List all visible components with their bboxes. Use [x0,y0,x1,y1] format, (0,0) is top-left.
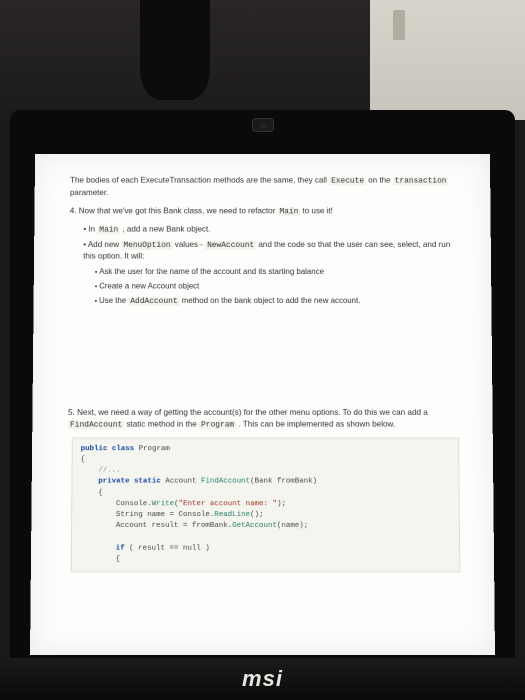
code-addaccount: AddAccount [128,298,179,307]
text: String name = Console. [80,511,214,519]
code-line: Console.Write("Enter account name: "); [80,499,451,510]
text: (); [250,511,263,519]
intro-paragraph: The bodies of each ExecuteTransaction me… [70,175,461,198]
text: (Bank fromBank) [250,478,317,486]
text: 4. Now that we've got this Bank class, w… [70,207,278,216]
hanging-coat [140,0,210,100]
list-item: Create a new Account object [95,281,462,293]
code-execute: Execute [329,177,366,186]
text: on the [366,176,393,185]
whitespace-gap [68,312,463,400]
function: Write [152,500,174,508]
webcam-lens [259,122,266,129]
webcam [252,118,274,132]
code-line [80,532,451,543]
text: to use it! [300,207,333,216]
code-block: public class Program { //... private sta… [71,437,461,573]
step-5: 5. Next, we need a way of getting the ac… [68,407,463,431]
code-menuoption: MenuOption [121,241,172,250]
list-item: In Main , add a new Bank object. [83,224,461,236]
code-line: { [80,488,450,499]
code-line: Account result = fromBank.GetAccount(nam… [80,521,451,532]
code-line: String name = Console.ReadLine(); [80,510,451,521]
code-main: Main [97,226,120,235]
function: GetAccount [232,522,277,530]
function: ReadLine [214,511,250,519]
keyword: public class [81,445,135,453]
text: Add new [88,240,122,249]
text: Account [161,478,201,486]
list-item: Ask the user for the name of the account… [95,266,462,278]
text: , add a new Bank object. [120,225,210,234]
code-program: Program [199,421,236,430]
code-newaccount: NewAccount [205,241,256,250]
text: (name); [277,522,308,530]
text: Program [134,445,170,453]
function: FindAccount [201,478,250,486]
code-line: public class Program [81,444,451,455]
keyword: if [80,544,125,552]
document-content: The bodies of each ExecuteTransaction me… [31,154,495,583]
text: ( result == null ) [125,544,210,552]
text: method on the bank object to add the new… [180,297,361,306]
code-line: { [80,555,452,566]
msi-logo: msi [242,666,283,692]
text: Account result = fromBank. [80,522,232,530]
laptop-screen: The bodies of each ExecuteTransaction me… [30,154,495,655]
text: . This can be implemented as shown below… [236,420,395,429]
text: Use the [99,297,128,306]
code-line: { [81,455,451,466]
door-hinge [393,10,405,40]
code-line: //... [80,466,450,477]
code-main: Main [278,208,301,217]
keyword: private static [80,478,160,486]
text: parameter. [70,188,108,197]
list-item: Use the AddAccount method on the bank ob… [95,296,462,308]
list-item: Add new MenuOption values - NewAccount a… [83,239,461,263]
code-line: if ( result == null ) [80,543,451,554]
code-transaction: transaction [393,177,449,186]
laptop-hinge-bar: msi [0,658,525,700]
text: In [88,225,97,234]
text: The bodies of each ExecuteTransaction me… [70,176,329,185]
text: Console. [80,500,152,508]
text: 5. Next, we need a way of getting the ac… [68,408,428,417]
code-line: private static Account FindAccount(Bank … [80,477,450,488]
step4-list: In Main , add a new Bank object. Add new… [83,224,461,263]
code-findaccount: FindAccount [68,421,124,430]
step-4: 4. Now that we've got this Bank class, w… [70,206,461,218]
text: ); [277,500,286,508]
string: "Enter account name: " [179,500,277,508]
text: static method in the [124,420,199,429]
text: values - [172,240,205,249]
step4-sublist: Ask the user for the name of the account… [95,266,462,307]
